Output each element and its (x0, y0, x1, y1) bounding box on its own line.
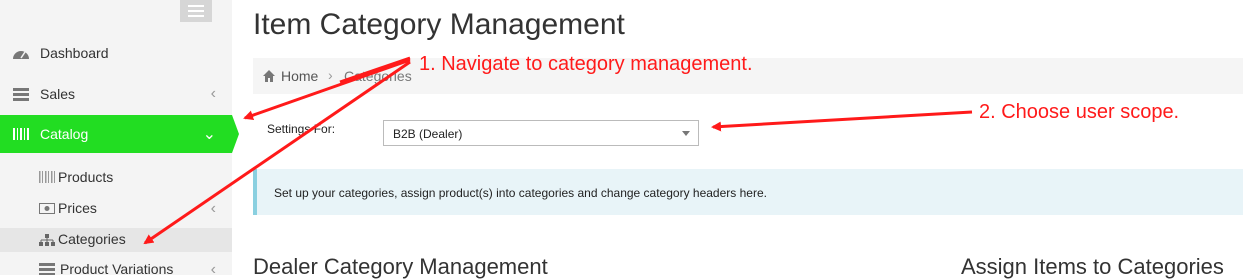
annotation-arrow (711, 110, 973, 132)
annotation-arrows (143, 56, 973, 245)
annotation-arrow (143, 60, 411, 245)
annotation-step-1: 1. Navigate to category management. (419, 53, 753, 75)
annotation-step-2: 2. Choose user scope. (979, 101, 1180, 123)
annotation-arrow (243, 58, 411, 121)
